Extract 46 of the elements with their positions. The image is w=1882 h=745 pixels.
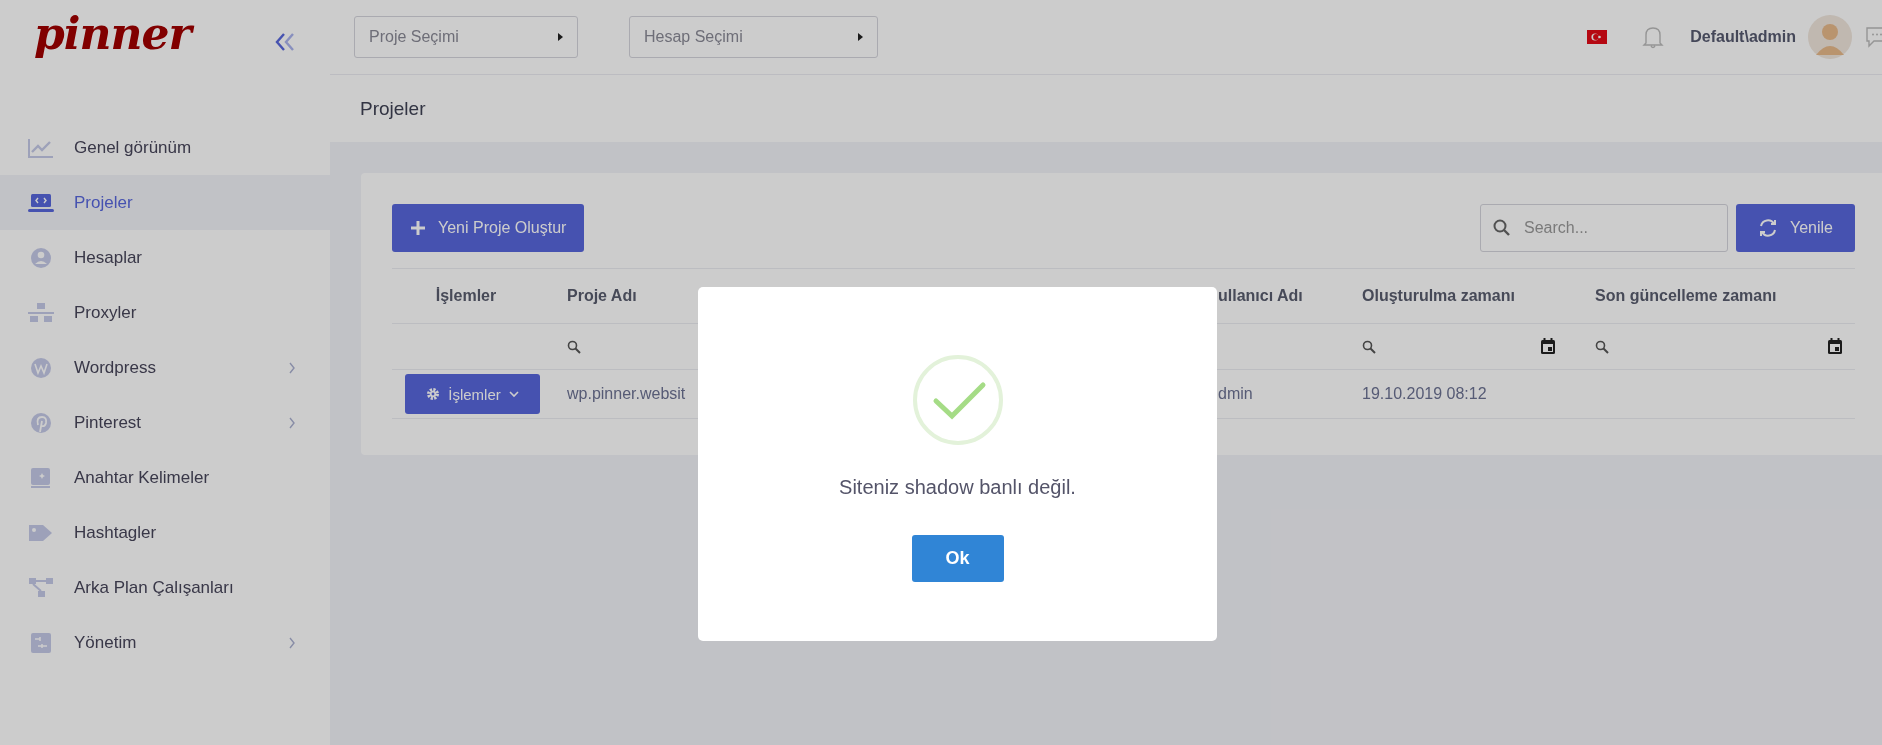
ok-button[interactable]: Ok bbox=[911, 535, 1004, 582]
search-field[interactable]: Search... bbox=[1480, 204, 1728, 252]
flag-icon[interactable] bbox=[1587, 30, 1608, 44]
search-icon[interactable] bbox=[1362, 339, 1376, 354]
column-header[interactable]: ullanıcı Adı bbox=[1218, 287, 1303, 305]
chart-icon bbox=[28, 136, 54, 159]
sidebar-item[interactable]: Wordpress bbox=[0, 340, 330, 395]
sidebar-item[interactable]: Arka Plan Çalışanları bbox=[0, 560, 330, 615]
wordpress-icon bbox=[28, 356, 54, 379]
actions-button[interactable]: İşlemler bbox=[405, 374, 540, 414]
column-header[interactable]: Proje Adı bbox=[567, 287, 637, 305]
table-cell: dmin bbox=[1218, 385, 1253, 403]
sidebar-item[interactable]: Yönetim bbox=[0, 615, 330, 670]
new-project-button[interactable]: Yeni Proje Oluştur bbox=[392, 204, 585, 252]
pinterest-icon bbox=[28, 411, 54, 434]
page-title: Projeler bbox=[360, 97, 426, 120]
sidebar-item[interactable]: Proxyler bbox=[0, 285, 330, 340]
account-select[interactable]: Hesap Seçimi bbox=[629, 16, 878, 58]
sidebar-item[interactable]: Pinterest bbox=[0, 395, 330, 450]
calendar-icon[interactable] bbox=[1540, 338, 1556, 355]
collapse-icon[interactable] bbox=[274, 32, 296, 52]
column-header[interactable]: Oluşturulma zamanı bbox=[1362, 287, 1515, 305]
dialog-message: Siteniz shadow banlı değil. bbox=[839, 476, 1076, 499]
sidebar-item[interactable]: Projeler bbox=[0, 175, 330, 230]
refresh-button[interactable]: Yenile bbox=[1736, 204, 1855, 252]
project-select[interactable]: Proje Seçimi bbox=[354, 16, 578, 58]
table-cell: 19.10.2019 08:12 bbox=[1362, 385, 1487, 403]
flow-icon bbox=[28, 576, 54, 599]
plus-icon bbox=[410, 220, 426, 236]
sidebar-item[interactable]: Hashtagler bbox=[0, 505, 330, 560]
search-icon[interactable] bbox=[1595, 339, 1609, 354]
caret-icon bbox=[508, 390, 519, 398]
refresh-icon bbox=[1758, 218, 1778, 238]
laptop-icon bbox=[28, 191, 54, 214]
checkmark-icon bbox=[911, 354, 1004, 446]
sidebar-item[interactable]: Anahtar Kelimeler bbox=[0, 450, 330, 505]
user-name[interactable]: Default\admin bbox=[1690, 28, 1796, 46]
column-header[interactable]: Son güncelleme zamanı bbox=[1595, 287, 1777, 305]
column-header[interactable]: İşlemler bbox=[435, 287, 497, 305]
search-icon[interactable] bbox=[567, 339, 581, 354]
network-icon bbox=[28, 301, 54, 324]
calendar-icon[interactable] bbox=[1827, 338, 1843, 355]
sidebar-item[interactable]: Hesaplar bbox=[0, 230, 330, 285]
table-cell: wp.pinner.websit bbox=[567, 385, 686, 403]
sidebar-item[interactable]: Genel görünüm bbox=[0, 120, 330, 175]
user-icon bbox=[28, 246, 54, 269]
